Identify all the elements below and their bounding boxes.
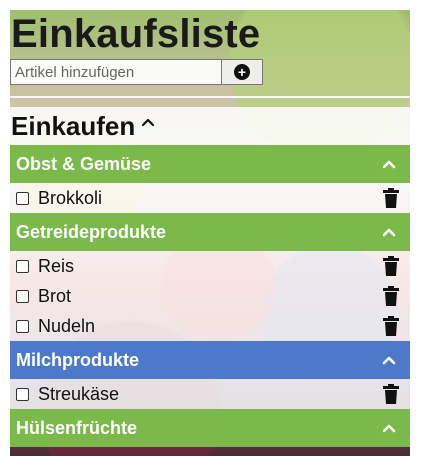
item-label: Streukäse <box>38 383 120 404</box>
list-item: Nudeln <box>10 311 410 341</box>
list-item: Brot <box>10 281 410 311</box>
item-label: Nudeln <box>38 315 96 336</box>
list-item-left: Brokkoli <box>16 188 102 209</box>
delete-item-button[interactable] <box>382 383 400 405</box>
category-title: Getreideprodukte <box>16 221 167 242</box>
checkbox-icon[interactable] <box>16 319 29 333</box>
checkbox-icon[interactable] <box>16 289 29 303</box>
delete-item-button[interactable] <box>382 315 400 337</box>
checkbox-icon[interactable] <box>16 387 29 401</box>
trash-icon <box>383 286 399 306</box>
shopping-section: Einkaufen Obst & Gemüse Brokkoli Getreid… <box>10 107 410 447</box>
category-title: Obst & Gemüse <box>16 153 152 174</box>
checkbox-icon[interactable] <box>16 259 29 273</box>
chevron-up-icon <box>382 356 396 365</box>
item-label: Brot <box>38 285 72 306</box>
delete-item-button[interactable] <box>382 187 400 209</box>
chevron-up-icon <box>142 118 155 127</box>
list-item: Brokkoli <box>10 183 410 213</box>
list-item: Streukäse <box>10 379 410 409</box>
category-header[interactable]: Obst & Gemüse <box>10 145 410 183</box>
list-item-left: Nudeln <box>16 316 95 337</box>
item-label: Reis <box>38 255 75 276</box>
header: Einkaufsliste + <box>10 10 410 107</box>
trash-icon <box>383 188 399 208</box>
add-item-row: + <box>10 59 263 85</box>
add-item-input[interactable] <box>10 59 222 85</box>
chevron-up-icon <box>382 160 396 169</box>
chevron-up-icon <box>382 228 396 237</box>
list-item: Reis <box>10 251 410 281</box>
shopping-list-app: Einkaufsliste + Einkaufen Obst & Gemüse <box>10 10 410 456</box>
category-collapse-button[interactable] <box>378 417 400 439</box>
checkbox-icon[interactable] <box>16 191 29 205</box>
list-item-left: Streukäse <box>16 384 119 405</box>
category-header[interactable]: Getreideprodukte <box>10 213 410 251</box>
app-title: Einkaufsliste <box>11 12 261 56</box>
category-header[interactable]: Hülsenfrüchte <box>10 409 410 447</box>
category-collapse-button[interactable] <box>378 349 400 371</box>
delete-item-button[interactable] <box>382 285 400 307</box>
delete-item-button[interactable] <box>382 255 400 277</box>
category-title: Hülsenfrüchte <box>16 417 138 438</box>
chevron-up-icon <box>382 424 396 433</box>
section-title: Einkaufen <box>11 110 136 141</box>
list-item-left: Reis <box>16 256 74 277</box>
trash-icon <box>383 316 399 336</box>
category-collapse-button[interactable] <box>378 221 400 243</box>
item-label: Brokkoli <box>38 187 103 208</box>
plus-circle-icon: + <box>234 64 250 80</box>
add-item-button[interactable]: + <box>222 59 263 85</box>
category-title: Milchprodukte <box>16 349 140 370</box>
category-collapse-button[interactable] <box>378 153 400 175</box>
list-item-left: Brot <box>16 286 71 307</box>
section-header[interactable]: Einkaufen <box>10 107 410 145</box>
trash-icon <box>383 256 399 276</box>
trash-icon <box>383 384 399 404</box>
header-divider <box>10 96 410 98</box>
category-header[interactable]: Milchprodukte <box>10 341 410 379</box>
